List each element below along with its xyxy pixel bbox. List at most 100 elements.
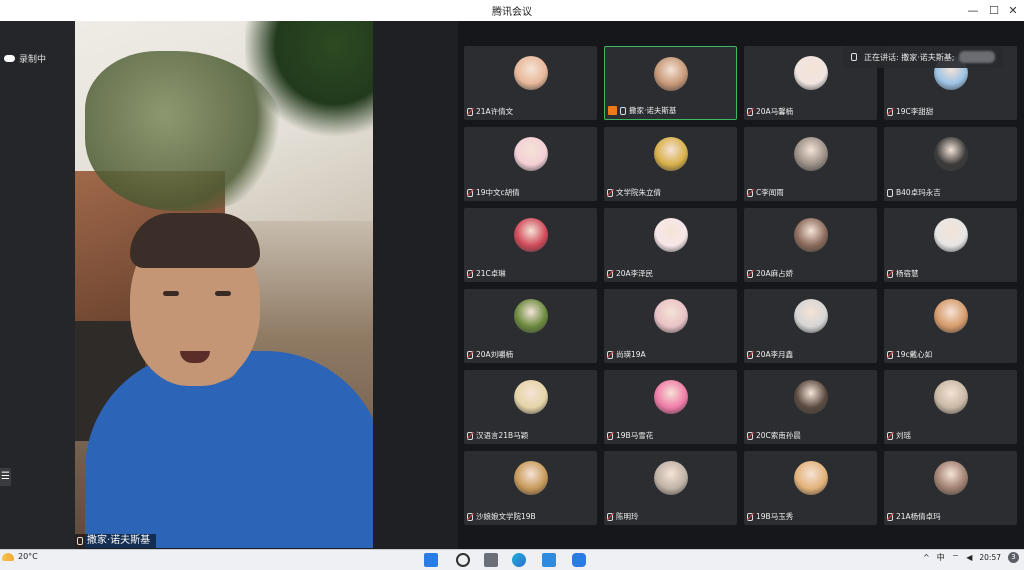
participant-tile[interactable]: 19中文c胡倩	[464, 127, 597, 201]
participant-tile[interactable]: 杨宿慧	[884, 208, 1017, 282]
participant-tile[interactable]: 19B马雪花	[604, 370, 737, 444]
participant-tile[interactable]: 文学院朱立倩	[604, 127, 737, 201]
participant-name: 19c戴心如	[887, 349, 932, 360]
avatar	[933, 218, 968, 252]
recording-label: 录制中	[19, 55, 47, 65]
avatar	[793, 299, 828, 333]
avatar	[793, 380, 828, 414]
participant-name: 19C李甜甜	[887, 106, 933, 117]
search-icon[interactable]	[456, 553, 470, 567]
participant-tile[interactable]: 20A麻占娇	[744, 208, 877, 282]
participant-tile[interactable]: 汉语言21B马颖	[464, 370, 597, 444]
microphone-muted-icon	[887, 107, 893, 116]
participant-name: 20A李月鑫	[747, 349, 793, 360]
avatar	[933, 461, 968, 495]
microphone-icon	[620, 106, 626, 115]
wifi-icon[interactable]: ⌔	[952, 553, 960, 563]
recording-indicator[interactable]: 录制中	[4, 52, 46, 65]
speaking-indicator: 正在讲话: 撒家·诺夫斯基;	[843, 46, 1004, 68]
microphone-muted-icon	[747, 431, 753, 440]
participant-tile[interactable]: 21A杨倩卓玛	[884, 451, 1017, 525]
avatar	[513, 218, 548, 252]
participant-tile[interactable]: 20C索南孙晨	[744, 370, 877, 444]
avatar	[653, 299, 688, 333]
window-title: 腾讯会议	[492, 7, 532, 18]
participant-name: 杨宿慧	[887, 268, 919, 279]
photos-icon[interactable]	[542, 553, 556, 567]
microphone-icon	[851, 53, 857, 61]
participant-name: B40卓玛永吉	[887, 187, 941, 198]
microphone-icon	[77, 537, 83, 545]
microphone-muted-icon	[747, 188, 753, 197]
participant-tile[interactable]: 20A李月鑫	[744, 289, 877, 363]
participant-name: 20A麻占娇	[747, 268, 793, 279]
avatar	[933, 137, 968, 171]
participant-tile[interactable]: 沙娘娘文学院19B	[464, 451, 597, 525]
avatar	[513, 380, 548, 414]
weather-widget[interactable]: 20°C	[2, 552, 38, 561]
microphone-muted-icon	[607, 512, 613, 521]
participant-name: 19B马玉秀	[747, 511, 793, 522]
microphone-muted-icon	[467, 188, 473, 197]
main-speaker-name: 撒家·诺夫斯基	[75, 534, 157, 548]
system-tray: ^ 中 ⌔ ◀ 20:57 3	[923, 552, 1019, 563]
participant-name: 21A杨倩卓玛	[887, 511, 941, 522]
participant-name: 19中文c胡倩	[467, 187, 520, 198]
avatar	[793, 56, 828, 90]
title-bar: 腾讯会议 — ☐ ✕	[0, 0, 1024, 22]
microphone-muted-icon	[747, 269, 753, 278]
clock[interactable]: 20:57	[979, 553, 1001, 562]
participant-tile[interactable]: 20A刘嚼楠	[464, 289, 597, 363]
main-speaker-video[interactable]: 撒家·诺夫斯基	[75, 21, 373, 548]
microphone-muted-icon	[607, 350, 613, 359]
participant-tile[interactable]: 尚瑛19A	[604, 289, 737, 363]
participant-tile[interactable]: 19B马玉秀	[744, 451, 877, 525]
windows-start-icon[interactable]	[424, 553, 438, 567]
participant-name: 21A许倩文	[467, 106, 513, 117]
participant-tile[interactable]: 19c戴心如	[884, 289, 1017, 363]
close-icon[interactable]: ✕	[1001, 0, 1024, 21]
participant-name: 文学院朱立倩	[607, 187, 661, 198]
participant-tile[interactable]: C李闻雨	[744, 127, 877, 201]
participant-tile[interactable]: B40卓玛永吉	[884, 127, 1017, 201]
participant-name: 20A刘嚼楠	[467, 349, 513, 360]
microphone-icon	[887, 188, 893, 197]
participant-name: 20A李泽民	[607, 268, 653, 279]
avatar	[513, 299, 548, 333]
avatar	[793, 137, 828, 171]
participant-tile[interactable]: 21C卓琳	[464, 208, 597, 282]
avatar	[513, 56, 548, 90]
avatar	[513, 461, 548, 495]
avatar	[653, 57, 688, 91]
microphone-muted-icon	[887, 431, 893, 440]
participant-tile[interactable]: 20A李泽民	[604, 208, 737, 282]
task-view-icon[interactable]	[484, 553, 498, 567]
taskbar: 20°C ^ 中 ⌔ ◀ 20:57 3	[0, 549, 1024, 570]
avatar	[653, 461, 688, 495]
notification-badge[interactable]: 3	[1008, 552, 1019, 563]
participant-name: 19B马雪花	[607, 430, 653, 441]
tencent-meeting-icon[interactable]	[572, 553, 586, 567]
participant-tile[interactable]: 撒家·诺夫斯基	[604, 46, 737, 120]
edge-browser-icon[interactable]	[512, 553, 526, 567]
participant-tile[interactable]: 21A许倩文	[464, 46, 597, 120]
avatar	[933, 299, 968, 333]
microphone-muted-icon	[467, 107, 473, 116]
ime-label[interactable]: 中	[937, 552, 945, 563]
menu-icon[interactable]: ☰	[0, 468, 11, 486]
participant-name: 陈明玲	[607, 511, 639, 522]
participant-name: 撒家·诺夫斯基	[608, 105, 676, 116]
participant-name: 汉语言21B马颖	[467, 430, 528, 441]
avatar	[653, 380, 688, 414]
microphone-muted-icon	[887, 350, 893, 359]
weather-icon	[2, 552, 14, 561]
microphone-muted-icon	[747, 107, 753, 116]
avatar	[933, 380, 968, 414]
participant-tile[interactable]: 刘瑶	[884, 370, 1017, 444]
chevron-up-icon[interactable]: ^	[923, 553, 930, 562]
volume-icon[interactable]: ◀	[966, 553, 972, 562]
microphone-muted-icon	[467, 431, 473, 440]
microphone-muted-icon	[747, 512, 753, 521]
participant-tile[interactable]: 陈明玲	[604, 451, 737, 525]
cloud-icon	[4, 55, 15, 62]
